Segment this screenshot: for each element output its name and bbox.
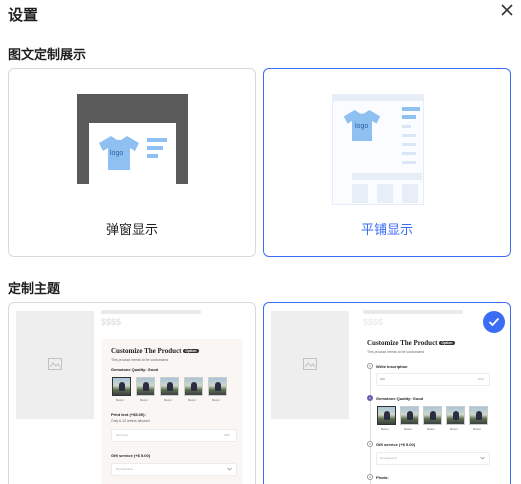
gemstone-thumb[interactable] bbox=[136, 377, 155, 396]
step-3-marker: 3 bbox=[367, 441, 373, 447]
display-option-tiled[interactable]: logo 平铺显示 bbox=[263, 68, 511, 257]
option-badge: Option bbox=[183, 349, 199, 354]
tiled-block bbox=[352, 184, 368, 203]
tiled-text-line bbox=[402, 134, 416, 137]
tiled-logo-text: logo bbox=[355, 123, 369, 130]
step-1-marker: 1 bbox=[367, 363, 373, 369]
customizer-title: Customize The Product Option bbox=[111, 347, 199, 355]
display-option-popup[interactable]: logo 弹窗显示 bbox=[8, 68, 256, 257]
customizer-subtitle: This product needs to be customized bbox=[367, 350, 425, 354]
price-placeholder: $$$$ bbox=[363, 317, 384, 327]
gemstone-thumb[interactable] bbox=[469, 406, 488, 425]
gemstone-thumb[interactable] bbox=[208, 377, 227, 396]
thumb-caption: Better bbox=[116, 398, 125, 402]
popup-text-line bbox=[147, 146, 163, 150]
gemstone-thumb[interactable] bbox=[112, 377, 131, 396]
customizer-subtitle: This product needs to be customized bbox=[111, 358, 169, 362]
thumb-caption: Better bbox=[404, 427, 413, 431]
option-badge: Option bbox=[439, 341, 455, 346]
price-placeholder: $$$$ bbox=[101, 317, 122, 327]
print-text-input[interactable] bbox=[111, 429, 237, 442]
chevron-down-icon bbox=[480, 456, 485, 460]
title-bar-placeholder bbox=[363, 310, 463, 314]
close-icon[interactable] bbox=[499, 2, 515, 18]
image-icon bbox=[48, 358, 62, 370]
inscription-value: Gift bbox=[380, 377, 385, 381]
title-bar-placeholder bbox=[101, 310, 201, 314]
customizer-title: Customize The Product Option bbox=[367, 339, 455, 347]
tiled-block bbox=[377, 184, 393, 203]
popup-option-label: 弹窗显示 bbox=[105, 222, 158, 237]
inscription-counter: 0/20 bbox=[478, 377, 484, 381]
print-text-placeholder: Text here bbox=[116, 433, 129, 437]
gemstone-label: Gemstone Quality: Good bbox=[111, 367, 159, 372]
check-icon bbox=[488, 317, 500, 327]
dialog-title: 设置 bbox=[8, 7, 39, 24]
customizer-title-text: Customize The Product bbox=[111, 347, 182, 355]
gemstone-thumb[interactable] bbox=[423, 406, 442, 425]
chevron-down-icon bbox=[227, 467, 232, 471]
gift-service-label: Gift service (+$ 5.00) bbox=[111, 453, 151, 458]
image-icon bbox=[303, 358, 317, 370]
print-text-hint: Only 6-10 letters allowed bbox=[111, 419, 150, 423]
gemstone-label: Gemstone Quality: Good bbox=[376, 396, 424, 401]
tiled-text-line bbox=[402, 143, 416, 146]
tiled-text-line bbox=[402, 107, 420, 111]
theme-option-1[interactable]: $$$$ Customize The Product Option This p… bbox=[8, 302, 256, 484]
gemstone-thumb[interactable] bbox=[184, 377, 203, 396]
gift-service-placeholder: Not selected bbox=[380, 456, 397, 460]
selected-check-badge bbox=[483, 311, 505, 333]
gemstone-thumb[interactable] bbox=[400, 406, 419, 425]
tiled-text-line bbox=[402, 161, 416, 164]
customizer-title-text: Customize The Product bbox=[367, 339, 438, 347]
inscription-input[interactable] bbox=[376, 373, 490, 386]
tiled-text-line bbox=[402, 115, 416, 119]
popup-logo-text: logo bbox=[110, 150, 124, 157]
tiled-text-line bbox=[402, 152, 416, 155]
print-text-counter: 0/20 bbox=[224, 433, 230, 437]
gift-service-label: Gift service (+$ 5.00) bbox=[376, 442, 416, 447]
theme-option-2[interactable]: $$$$ Customize The Product Option This p… bbox=[263, 302, 511, 484]
thumb-caption: Better bbox=[188, 398, 197, 402]
thumb-caption: Better bbox=[140, 398, 149, 402]
popup-text-line bbox=[147, 154, 158, 158]
theme-section-label: 定制主题 bbox=[8, 281, 61, 296]
gemstone-thumb[interactable] bbox=[160, 377, 179, 396]
step-1-label: Write inscription bbox=[376, 364, 408, 369]
tiled-text-line bbox=[402, 125, 411, 128]
thumb-caption: Better bbox=[381, 427, 390, 431]
popup-text-line bbox=[147, 138, 167, 142]
step-2-marker: 2 bbox=[367, 395, 373, 401]
print-text-label: Print text (+$5.00): bbox=[111, 412, 146, 417]
thumb-caption: Better bbox=[450, 427, 459, 431]
display-section-label: 图文定制展示 bbox=[8, 47, 87, 62]
gemstone-thumb[interactable] bbox=[446, 406, 465, 425]
step-4-marker: 4 bbox=[367, 474, 373, 480]
tiled-section-bar bbox=[352, 173, 422, 180]
thumb-caption: Better bbox=[473, 427, 482, 431]
thumb-caption: Better bbox=[164, 398, 173, 402]
gift-service-placeholder: Not selected bbox=[116, 467, 133, 471]
tiled-option-label: 平铺显示 bbox=[360, 222, 413, 237]
thumb-caption: Better bbox=[427, 427, 436, 431]
photo-label: Photo: bbox=[376, 475, 389, 480]
tiled-page-header bbox=[332, 94, 424, 101]
tiled-block bbox=[402, 184, 418, 203]
gemstone-thumb[interactable] bbox=[377, 406, 396, 425]
thumb-caption: Better bbox=[212, 398, 221, 402]
steps-timeline bbox=[370, 369, 371, 484]
